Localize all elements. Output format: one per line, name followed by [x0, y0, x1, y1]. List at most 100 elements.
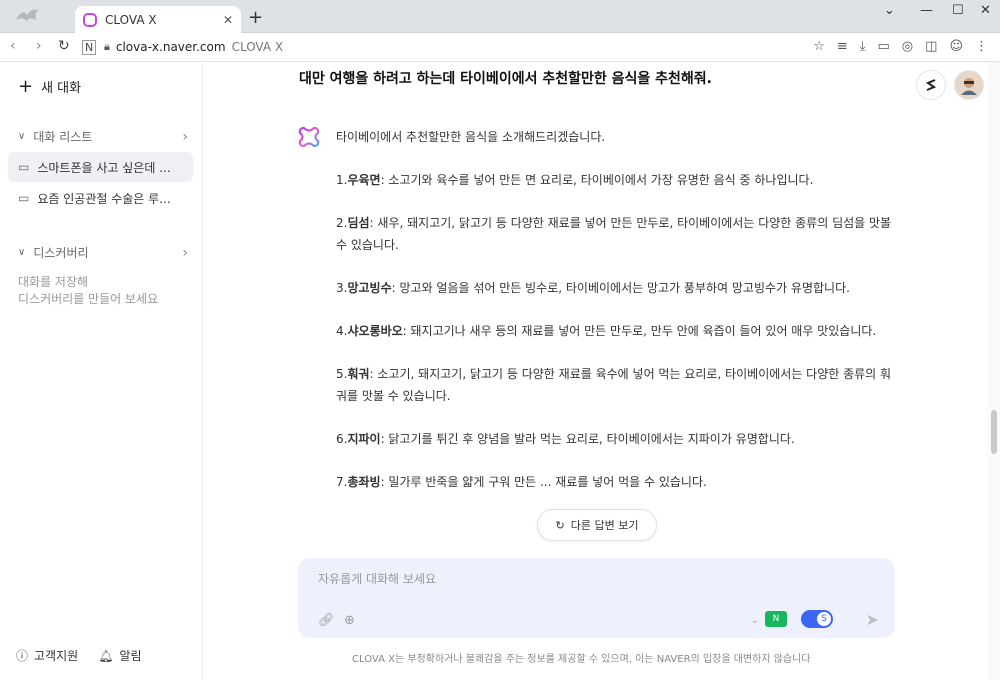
close-window-button[interactable]: ✕ [980, 3, 991, 18]
chevron-down-icon[interactable]: ⌄ [751, 615, 759, 626]
discovery-header[interactable]: ∨ 디스커버리 › [18, 244, 188, 261]
chat-list-label: 대화 리스트 [33, 130, 93, 144]
item-num: 3. [336, 281, 348, 295]
close-tab-icon[interactable]: ✕ [223, 13, 233, 27]
reload-button[interactable]: ↻ [58, 38, 70, 54]
chat-list-header[interactable]: ∨ 대화 리스트 › [18, 128, 188, 145]
naver-skill-icon[interactable]: N [765, 611, 787, 627]
scrollbar-thumb[interactable] [991, 410, 997, 454]
conversation-item[interactable]: ▭ 요즘 인공관절 수술은 루... [8, 183, 193, 213]
chat-main: 대만 여행을 하려고 하는데 타이베이에서 추천할만한 음식을 추천해줘. 타이… [204, 62, 988, 680]
item-name: 총좌빙 [347, 475, 381, 489]
bell-icon: 🔔︎ [98, 649, 114, 663]
more-icon[interactable]: ⋮ [975, 39, 988, 54]
item-num: 7. [336, 475, 348, 489]
item-desc: : 새우, 돼지고기, 닭고기 등 다양한 재료를 넣어 만든 만두로, 타이베… [336, 216, 892, 252]
link-icon[interactable]: 🔗︎ [318, 613, 335, 628]
camera-icon[interactable]: ◎ [902, 39, 913, 54]
screen-capture-icon[interactable]: ▭ [878, 39, 890, 54]
chat-bubble-icon: ▭ [18, 160, 30, 174]
toggle-knob-icon: S [817, 612, 831, 626]
browser-tab-bar: CLOVA X ✕ + ⌄ — ☐ ✕ [0, 0, 1000, 33]
other-answer-button[interactable]: ↻ 다른 답변 보기 [537, 509, 657, 541]
item-name: 훠궈 [347, 367, 370, 381]
answer-item: 5.훠궈: 소고기, 돼지고기, 닭고기 등 다양한 재료를 육수에 넣어 먹는… [336, 363, 896, 407]
plus-icon: + [18, 76, 34, 97]
answer-item: 1.우육면: 소고기와 육수를 넣어 만든 면 요리로, 타이베이에서 가장 유… [336, 169, 896, 191]
answer-item: 6.지파이: 닭고기를 튀긴 후 양념을 발라 먹는 요리로, 타이베이에서는 … [336, 428, 896, 450]
item-name: 우육면 [347, 173, 381, 187]
url-host: clova-x.naver.com [115, 40, 226, 54]
support-label: 고객지원 [34, 649, 79, 663]
clova-favicon-icon [83, 12, 97, 27]
browser-logo-icon [16, 9, 38, 22]
maximize-button[interactable]: ☐ [952, 3, 964, 18]
chevron-down-icon[interactable]: ⌄ [884, 3, 895, 18]
item-desc: : 소고기, 돼지고기, 닭고기 등 다양한 재료를 육수에 넣어 먹는 요리로… [336, 367, 892, 403]
conversation-title: 요즘 인공관절 수술은 루... [37, 191, 171, 206]
item-name: 샤오롱바오 [347, 324, 403, 338]
refresh-icon: ↻ [555, 518, 565, 532]
disclaimer: CLOVA X는 부정확하거나 불쾌감을 주는 정보를 제공할 수 있으며, 이… [352, 654, 811, 665]
notifications-link[interactable]: 🔔︎ 알림 [98, 647, 141, 664]
menu-lines-icon[interactable]: ≡ [837, 39, 848, 54]
url-field[interactable]: 🔒︎ clova-x.naver.com CLOVA X [104, 36, 819, 58]
item-name: 딤섬 [347, 216, 370, 230]
avatar-icon [961, 78, 977, 95]
chevron-down-icon: ∨ [18, 247, 26, 258]
discovery-note: 대화를 저장해 디스커버리를 만들어 보세요 [18, 274, 158, 308]
notifications-label: 알림 [119, 649, 142, 663]
address-bar: ‹ › ↻ N 🔒︎ clova-x.naver.com CLOVA X ☆ ≡… [0, 33, 1000, 62]
tab-title: CLOVA X [105, 12, 157, 27]
download-icon[interactable]: ⤓ [860, 39, 866, 54]
globe-icon[interactable]: ⊕ [344, 613, 355, 628]
new-tab-button[interactable]: + [248, 7, 263, 28]
browser-toolbar-icons: ☆ ≡ ⤓ ▭ ◎ ◫ ☺ ⋮ [813, 39, 988, 54]
profile-icon[interactable]: ☺ [949, 39, 963, 54]
skill-icon[interactable] [916, 70, 946, 100]
new-chat-label: 새 대화 [41, 81, 82, 96]
item-name: 망고빙수 [347, 281, 392, 295]
star-icon[interactable]: ☆ [813, 39, 825, 54]
url-page-title: CLOVA X [231, 40, 284, 54]
new-chat-button[interactable]: + 새 대화 [18, 76, 81, 97]
answer-item: 2.딤섬: 새우, 돼지고기, 닭고기 등 다양한 재료를 넣어 만든 만두로,… [336, 212, 896, 256]
chat-input-box[interactable]: 자유롭게 대화해 보세요 🔗︎ ⊕ ⌄ N S ➤ [298, 558, 895, 638]
scrollbar[interactable] [988, 62, 1000, 680]
item-num: 1. [336, 173, 348, 187]
item-num: 6. [336, 432, 348, 446]
send-icon[interactable]: ➤ [866, 610, 879, 629]
answer-item: 7.총좌빙: 밀가루 반죽을 얇게 구워 만든 ... 재료를 넣어 먹을 수 … [336, 471, 896, 493]
discovery-label: 디스커버리 [33, 246, 89, 260]
answer-item: 4.샤오롱바오: 돼지고기나 새우 등의 재료를 넣어 만든 만두로, 만두 안… [336, 320, 896, 342]
conversation-item[interactable]: ▭ 스마트폰을 사고 싶은데 ... [8, 152, 193, 182]
chevron-down-icon: ∨ [18, 131, 26, 142]
avatar[interactable] [954, 70, 984, 100]
support-link[interactable]: ⓘ 고객지원 [16, 647, 78, 664]
chat-input-placeholder[interactable]: 자유롭게 대화해 보세요 [318, 570, 436, 587]
s-logo-icon [925, 79, 937, 91]
sidebar-footer: ⓘ 고객지원 🔔︎ 알림 [16, 647, 142, 664]
browser-tab[interactable]: CLOVA X ✕ [75, 6, 241, 33]
forward-button[interactable]: › [36, 38, 42, 54]
back-button[interactable]: ‹ [10, 38, 16, 54]
discovery-note-line: 디스커버리를 만들어 보세요 [18, 292, 159, 306]
sidebar: + 새 대화 ∨ 대화 리스트 › ▭ 스마트폰을 사고 싶은데 ... ▭ 요… [0, 62, 203, 680]
question-title: 대만 여행을 하려고 하는데 타이베이에서 추천할만한 음식을 추천해줘. [299, 71, 712, 87]
item-num: 5. [336, 367, 348, 381]
sidebar-icon[interactable]: ◫ [925, 39, 937, 54]
item-num: 4. [336, 324, 348, 338]
clova-x-logo-icon [298, 126, 320, 148]
chevron-right-icon: › [182, 128, 188, 145]
skill-toggle[interactable]: S [801, 610, 833, 628]
answer-intro: 타이베이에서 추천할만한 음식을 소개해드리겠습니다. [336, 130, 606, 144]
discovery-note-line: 대화를 저장해 [18, 275, 89, 289]
item-desc: : 망고와 얼음을 섞어 만든 빙수로, 타이베이에서는 망고가 풍부하여 망고… [391, 281, 850, 295]
item-num: 2. [336, 216, 348, 230]
answer-item: 3.망고빙수: 망고와 얼음을 섞어 만든 빙수로, 타이베이에서는 망고가 풍… [336, 277, 896, 299]
minimize-button[interactable]: — [920, 3, 933, 18]
item-desc: : 밀가루 반죽을 얇게 구워 만든 ... 재료를 넣어 먹을 수 있습니다. [380, 475, 707, 489]
chevron-right-icon: › [182, 244, 188, 261]
conversation-title: 스마트폰을 사고 싶은데 ... [37, 160, 171, 175]
naver-icon[interactable]: N [82, 40, 97, 55]
